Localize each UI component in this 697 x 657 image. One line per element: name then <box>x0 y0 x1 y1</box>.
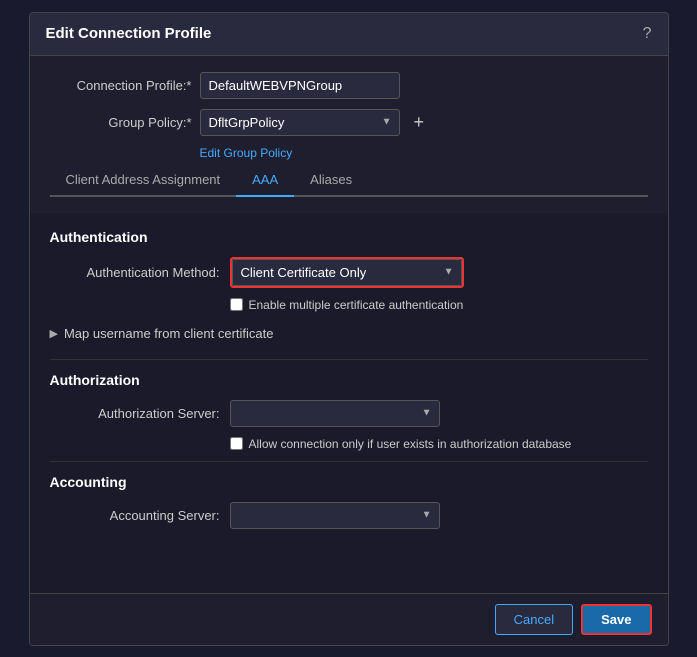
accounting-server-row: Accounting Server: ▼ <box>50 502 648 529</box>
tabs-container: Client Address Assignment AAA Aliases <box>50 164 648 197</box>
dialog-header: Edit Connection Profile ? <box>30 13 668 56</box>
dialog-title: Edit Connection Profile <box>46 25 212 42</box>
map-username-label: Map username from client certificate <box>64 326 274 341</box>
authentication-method-row: Authentication Method: Client Certificat… <box>50 257 648 288</box>
help-icon[interactable]: ? <box>643 25 652 43</box>
accounting-server-label: Accounting Server: <box>50 508 230 523</box>
authorization-server-select-wrapper: ▼ <box>230 400 440 427</box>
edit-connection-profile-dialog: Edit Connection Profile ? Connection Pro… <box>29 12 669 646</box>
authorization-server-row: Authorization Server: ▼ <box>50 400 648 427</box>
cancel-button[interactable]: Cancel <box>495 604 573 635</box>
connection-profile-label: Connection Profile:* <box>50 78 200 93</box>
tab-client-address-assignment[interactable]: Client Address Assignment <box>50 164 237 197</box>
group-policy-select[interactable]: DfltGrpPolicy <box>200 109 400 136</box>
save-button[interactable]: Save <box>581 604 651 635</box>
allow-connection-label: Allow connection only if user exists in … <box>249 437 572 451</box>
tab-aliases[interactable]: Aliases <box>294 164 368 197</box>
accounting-server-select[interactable] <box>230 502 440 529</box>
tab-aaa[interactable]: AAA <box>236 164 294 197</box>
accounting-section-title: Accounting <box>50 474 648 490</box>
authentication-method-select-wrapper: Client Certificate Only AAA Both ▼ <box>230 257 464 288</box>
map-username-row[interactable]: ▶ Map username from client certificate <box>50 322 648 345</box>
group-policy-select-wrapper: DfltGrpPolicy ▼ <box>200 109 400 136</box>
authorization-server-select[interactable] <box>230 400 440 427</box>
enable-multiple-cert-row: Enable multiple certificate authenticati… <box>230 298 648 312</box>
accounting-server-select-wrapper: ▼ <box>230 502 440 529</box>
authz-divider <box>50 461 648 462</box>
dialog-body: Connection Profile:* Group Policy:* Dflt… <box>30 56 668 213</box>
connection-profile-row: Connection Profile:* <box>50 72 648 99</box>
enable-multiple-cert-checkbox[interactable] <box>230 298 243 311</box>
authorization-server-label: Authorization Server: <box>50 406 230 421</box>
allow-connection-checkbox[interactable] <box>230 437 243 450</box>
authentication-method-label: Authentication Method: <box>50 265 230 280</box>
authorization-section-title: Authorization <box>50 372 648 388</box>
group-policy-label: Group Policy:* <box>50 115 200 130</box>
edit-group-policy-link[interactable]: Edit Group Policy <box>200 146 648 160</box>
dialog-footer: Cancel Save <box>30 593 668 645</box>
auth-divider <box>50 359 648 360</box>
enable-multiple-cert-label: Enable multiple certificate authenticati… <box>249 298 464 312</box>
collapse-triangle-icon: ▶ <box>50 327 58 340</box>
tab-content-aaa: Authentication Authentication Method: Cl… <box>30 213 668 593</box>
authentication-method-select[interactable]: Client Certificate Only AAA Both <box>232 259 462 286</box>
add-group-policy-button[interactable]: + <box>408 110 431 135</box>
allow-connection-row: Allow connection only if user exists in … <box>230 437 648 451</box>
connection-profile-input[interactable] <box>200 72 400 99</box>
authentication-section-title: Authentication <box>50 229 648 245</box>
group-policy-row: Group Policy:* DfltGrpPolicy ▼ + <box>50 109 648 136</box>
